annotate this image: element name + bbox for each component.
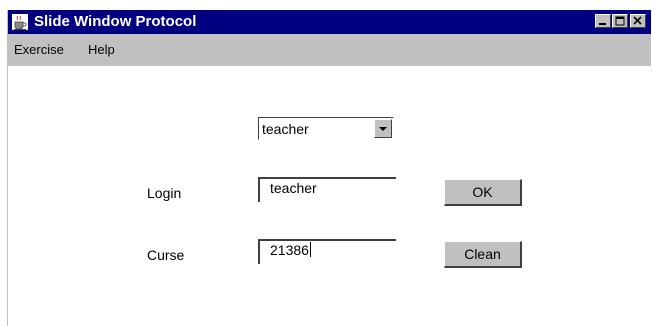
app-window: Slide Window Protocol Exercise Help teac… [7,10,651,326]
close-icon [633,16,642,25]
curse-input[interactable]: 21386 [258,239,396,264]
chevron-down-icon [379,127,387,131]
maximize-icon [615,16,625,26]
login-input[interactable]: teacher [258,177,396,202]
login-input-value: teacher [270,180,317,196]
java-coffee-cup-icon[interactable] [11,13,29,31]
ok-button[interactable]: OK [444,179,522,206]
menu-bar: Exercise Help [8,34,651,66]
role-select[interactable]: teacher [258,117,394,140]
login-label: Login [147,185,182,201]
maximize-button[interactable] [612,14,628,28]
text-caret [309,242,311,257]
minimize-button[interactable] [595,14,611,28]
close-button[interactable] [630,14,646,28]
curse-input-text: 21386 [270,242,309,258]
menu-help[interactable]: Help [88,43,115,57]
curse-input-value: 21386 [270,242,311,258]
role-select-value: teacher [262,121,309,137]
minimize-icon [599,23,606,25]
curse-label: Curse [147,247,185,263]
window-title: Slide Window Protocol [34,13,197,30]
dropdown-arrow-button[interactable] [374,119,392,138]
title-bar[interactable]: Slide Window Protocol [8,10,651,34]
clean-button[interactable]: Clean [444,241,522,268]
menu-exercise[interactable]: Exercise [14,43,64,57]
